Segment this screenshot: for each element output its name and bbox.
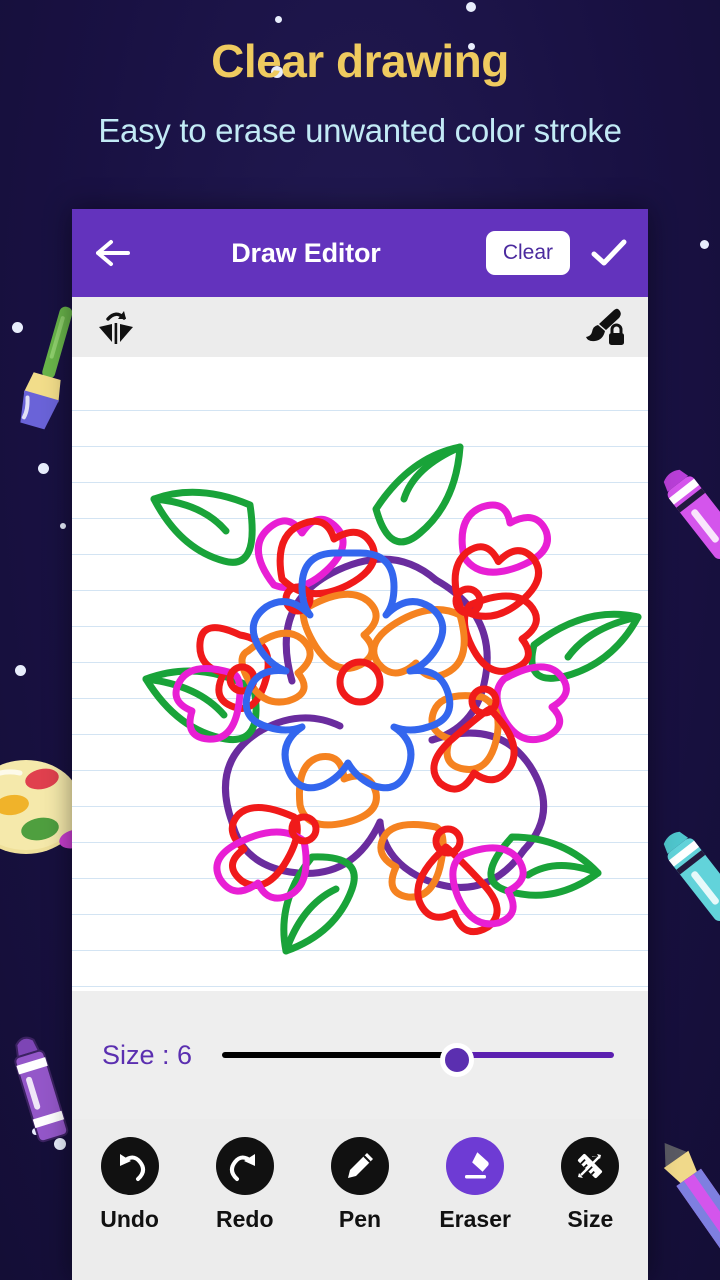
undo-icon — [119, 1154, 145, 1181]
slider-track-filled — [222, 1052, 458, 1058]
drawing-canvas[interactable] — [72, 357, 648, 991]
check-icon — [591, 239, 627, 266]
redo-button[interactable] — [215, 1137, 274, 1195]
pencil-icon — [347, 1153, 373, 1178]
tool-pen[interactable]: Pen — [312, 1137, 408, 1233]
tool-label: Pen — [338, 1206, 382, 1232]
brush-lock-icon — [586, 308, 624, 345]
page-title: Draw Editor — [231, 237, 381, 268]
pen-button[interactable] — [330, 1137, 389, 1195]
slider-thumb[interactable] — [440, 1043, 475, 1077]
brush-lock-button[interactable] — [582, 305, 626, 349]
undo-button[interactable] — [100, 1137, 159, 1195]
ruler-icon — [578, 1153, 603, 1179]
size-panel: Size : 6 — [72, 991, 648, 1119]
size-label: Size : 6 — [102, 1039, 193, 1070]
tool-label: Undo — [100, 1206, 159, 1232]
promo-headline: Clear drawing — [211, 35, 509, 87]
size-slider[interactable] — [222, 1035, 614, 1077]
redo-icon — [229, 1154, 255, 1181]
promo-subheadline: Easy to erase unwanted color stroke — [98, 112, 622, 149]
user-drawing — [142, 443, 642, 955]
flip-button[interactable] — [94, 305, 138, 349]
secondary-toolbar — [72, 297, 648, 357]
tool-label: Eraser — [439, 1206, 511, 1232]
flip-horizontal-icon — [99, 311, 133, 344]
tool-label: Redo — [216, 1206, 274, 1232]
slider-track-remaining — [457, 1052, 614, 1058]
size-button[interactable] — [561, 1137, 620, 1195]
tool-bar: Undo Redo Pen Eraser Size — [72, 1119, 648, 1280]
app-screen: Draw Editor Clear Size: 6 Undo Redo Pen… — [72, 209, 648, 1280]
tool-label: Size — [567, 1206, 614, 1232]
tool-eraser[interactable]: Eraser — [427, 1137, 523, 1233]
eraser-icon — [465, 1152, 489, 1179]
tool-undo[interactable]: Undo — [82, 1137, 178, 1233]
app-bar: Draw Editor Clear — [72, 209, 648, 297]
eraser-button[interactable] — [446, 1137, 505, 1195]
tool-redo[interactable]: Redo — [197, 1137, 293, 1233]
clear-button[interactable]: Clear — [485, 231, 570, 275]
tool-size[interactable]: Size — [542, 1137, 638, 1233]
promo-screenshot: Clear drawing Easy to erase unwanted col… — [0, 0, 720, 1280]
confirm-button[interactable] — [588, 232, 630, 274]
arrow-left-icon — [96, 240, 130, 266]
